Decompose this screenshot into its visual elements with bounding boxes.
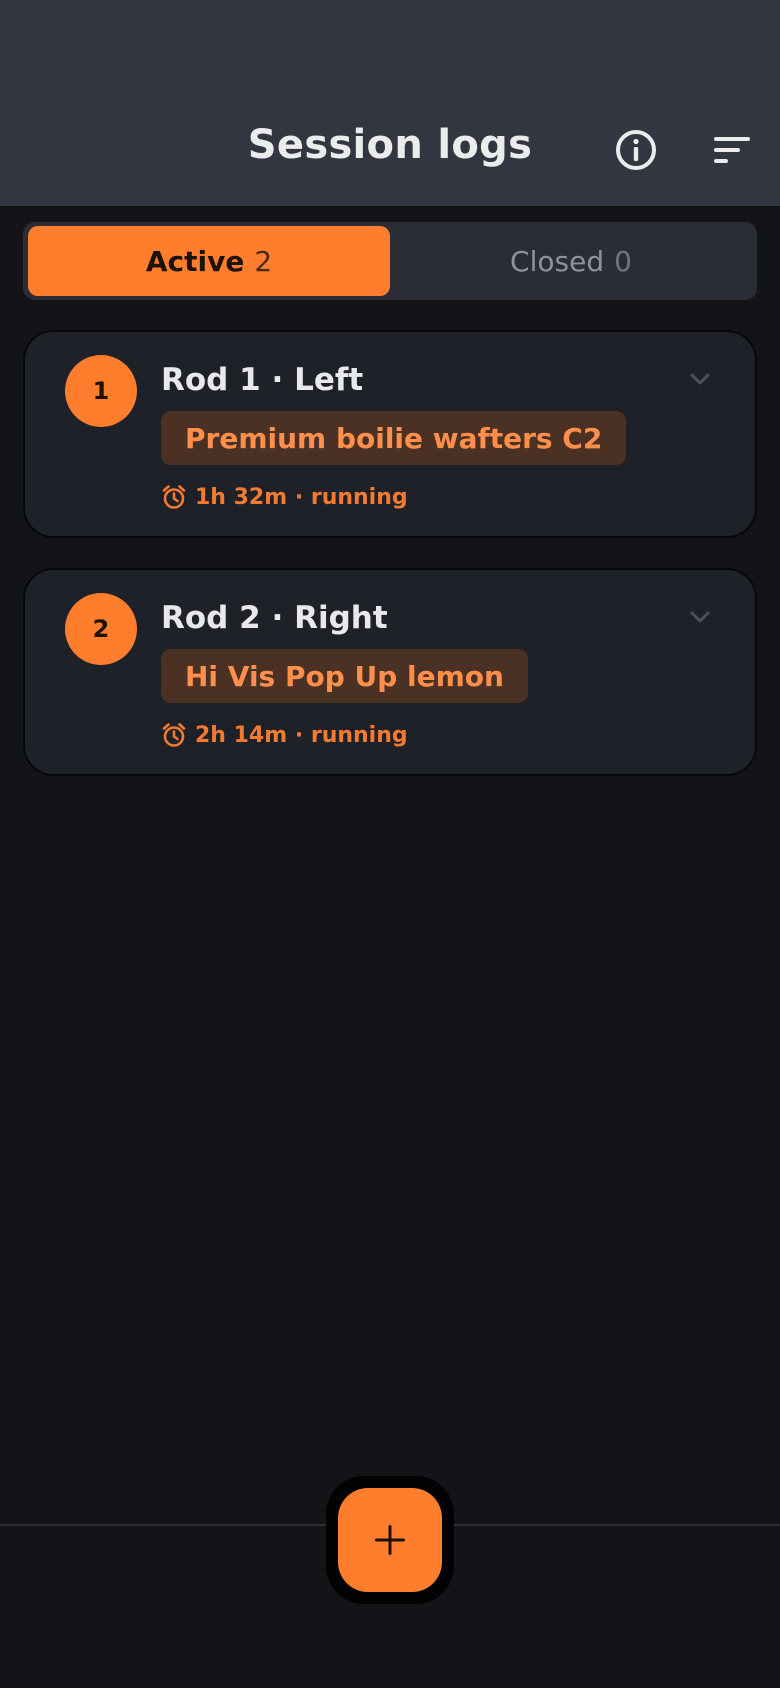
chevron-down-icon [690,373,710,385]
alarm-clock-icon [162,723,186,747]
tab-closed[interactable]: Closed 0 [390,226,752,296]
plus-icon [375,1525,405,1555]
bait-tag: Premium boilie wafters C2 [161,411,627,465]
rod-timer: 1h 32m · running [161,484,408,510]
rod-timer: 2h 14m · running [161,722,408,748]
app-header: Session logs [0,0,780,206]
rod-timer-text: 2h 14m · running [195,722,408,748]
tab-closed-label: Closed [510,244,605,278]
expand-button[interactable] [685,602,715,632]
sort-button[interactable] [712,134,752,166]
rod-card[interactable]: 1 Rod 1 · Left Premium boilie wafters C2… [23,330,757,538]
add-log-button[interactable] [338,1488,442,1592]
bait-tag: Hi Vis Pop Up lemon [161,649,528,703]
info-button[interactable] [614,128,658,172]
rod-number-badge: 1 [65,355,137,427]
info-circle-icon [616,130,656,170]
chevron-down-icon [690,611,710,623]
tab-active[interactable]: Active 2 [28,226,390,296]
tab-active-label: Active [145,244,245,278]
rod-number-badge: 2 [65,593,137,665]
rod-timer-text: 1h 32m · running [195,484,408,510]
rod-title: Rod 1 · Left [161,362,364,398]
tab-closed-count: 0 [614,244,632,278]
tab-active-count: 2 [254,244,273,278]
alarm-clock-icon [162,485,186,509]
sort-lines-icon [714,137,750,163]
rod-title: Rod 2 · Right [161,600,388,636]
page-title: Session logs [247,122,533,168]
expand-button[interactable] [685,364,715,394]
status-tabs: Active 2 Closed 0 [23,222,757,300]
rod-card[interactable]: 2 Rod 2 · Right Hi Vis Pop Up lemon 2h 1… [23,568,757,776]
